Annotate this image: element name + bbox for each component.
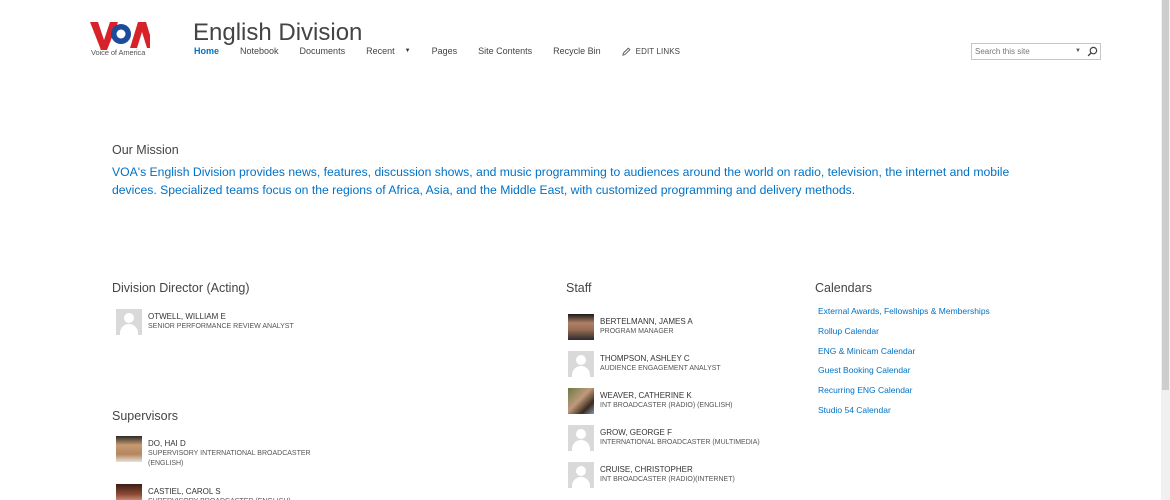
person-name[interactable]: GROW, GEORGE F bbox=[600, 427, 790, 438]
calendar-link[interactable]: Rollup Calendar bbox=[818, 325, 990, 345]
calendar-link[interactable]: External Awards, Fellowships & Membershi… bbox=[818, 305, 990, 325]
calendar-link[interactable]: ENG & Minicam Calendar bbox=[818, 345, 990, 365]
nav-documents[interactable]: Documents bbox=[300, 46, 346, 56]
chevron-down-icon[interactable]: ▼ bbox=[405, 48, 411, 54]
person-title: SUPERVISORY INTERNATIONAL BROADCASTER (E… bbox=[148, 450, 311, 467]
person-card[interactable]: BERTELMANN, JAMES A PROGRAM MANAGER bbox=[568, 314, 790, 340]
avatar bbox=[568, 425, 594, 451]
top-navigation: Home Notebook Documents Recent ▼ Pages S… bbox=[194, 46, 680, 56]
person-name[interactable]: DO, HAI D bbox=[148, 438, 338, 449]
calendar-links: External Awards, Fellowships & Membershi… bbox=[818, 305, 990, 424]
nav-recent-label: Recent bbox=[366, 46, 395, 56]
site-title[interactable]: English Division bbox=[193, 19, 362, 47]
person-name[interactable]: OTWELL, WILLIAM E bbox=[148, 311, 338, 322]
search-icon[interactable] bbox=[1087, 46, 1098, 57]
avatar bbox=[116, 436, 142, 462]
nav-recycle-bin[interactable]: Recycle Bin bbox=[553, 46, 601, 56]
supervisors-section-title: Supervisors bbox=[112, 409, 178, 423]
calendar-link[interactable]: Guest Booking Calendar bbox=[818, 364, 990, 384]
person-card[interactable]: THOMPSON, ASHLEY C AUDIENCE ENGAGEMENT A… bbox=[568, 351, 790, 377]
person-card[interactable]: CRUISE, CHRISTOPHER INT BROADCASTER (RAD… bbox=[568, 462, 790, 488]
person-card[interactable]: GROW, GEORGE F INTERNATIONAL BROADCASTER… bbox=[568, 425, 790, 451]
edit-links-button[interactable]: EDIT LINKS bbox=[621, 46, 681, 56]
mission-title: Our Mission bbox=[112, 143, 179, 157]
person-title: INT BROADCASTER (RADIO)(INTERNET) bbox=[600, 476, 735, 483]
person-card[interactable]: OTWELL, WILLIAM E SENIOR PERFORMANCE REV… bbox=[116, 309, 338, 335]
staff-section-title: Staff bbox=[566, 281, 592, 295]
person-title: INTERNATIONAL BROADCASTER (MULTIMEDIA) bbox=[600, 439, 760, 446]
search-input[interactable] bbox=[975, 45, 1070, 58]
scrollbar-thumb[interactable] bbox=[1162, 0, 1169, 390]
person-name[interactable]: WEAVER, CATHERINE K bbox=[600, 390, 790, 401]
person-name[interactable]: CRUISE, CHRISTOPHER bbox=[600, 464, 790, 475]
nav-home[interactable]: Home bbox=[194, 46, 219, 56]
calendar-link[interactable]: Studio 54 Calendar bbox=[818, 404, 990, 424]
person-title: SENIOR PERFORMANCE REVIEW ANALYST bbox=[148, 323, 294, 330]
nav-recent[interactable]: Recent ▼ bbox=[366, 46, 410, 56]
person-title: INT BROADCASTER (RADIO) (ENGLISH) bbox=[600, 402, 733, 409]
person-title: PROGRAM MANAGER bbox=[600, 328, 674, 335]
director-section-title: Division Director (Acting) bbox=[112, 281, 250, 295]
calendar-link[interactable]: Recurring ENG Calendar bbox=[818, 384, 990, 404]
avatar bbox=[116, 309, 142, 335]
edit-links-label: EDIT LINKS bbox=[635, 46, 681, 56]
nav-notebook[interactable]: Notebook bbox=[240, 46, 279, 56]
calendars-section-title: Calendars bbox=[815, 281, 872, 295]
person-card[interactable]: DO, HAI D SUPERVISORY INTERNATIONAL BROA… bbox=[116, 436, 338, 469]
nav-site-contents[interactable]: Site Contents bbox=[478, 46, 532, 56]
person-name[interactable]: CASTIEL, CAROL S bbox=[148, 486, 338, 497]
avatar bbox=[568, 388, 594, 414]
avatar bbox=[568, 314, 594, 340]
avatar bbox=[568, 462, 594, 488]
person-title: AUDIENCE ENGAGEMENT ANALYST bbox=[600, 365, 721, 372]
mission-text: VOA's English Division provides news, fe… bbox=[112, 165, 1010, 197]
person-card[interactable]: WEAVER, CATHERINE K INT BROADCASTER (RAD… bbox=[568, 388, 790, 414]
nav-pages[interactable]: Pages bbox=[432, 46, 458, 56]
avatar bbox=[116, 484, 142, 500]
person-card[interactable]: CASTIEL, CAROL S SUPERVISORY BROADCASTER… bbox=[116, 484, 338, 500]
person-name[interactable]: THOMPSON, ASHLEY C bbox=[600, 353, 790, 364]
pencil-icon bbox=[621, 47, 631, 56]
vertical-scrollbar[interactable] bbox=[1161, 0, 1170, 500]
avatar bbox=[568, 351, 594, 377]
search-box: ▼ bbox=[971, 43, 1101, 60]
person-name[interactable]: BERTELMANN, JAMES A bbox=[600, 316, 790, 327]
search-scope-dropdown-icon[interactable]: ▼ bbox=[1075, 48, 1081, 54]
logo-text: Voice of America bbox=[91, 48, 146, 57]
